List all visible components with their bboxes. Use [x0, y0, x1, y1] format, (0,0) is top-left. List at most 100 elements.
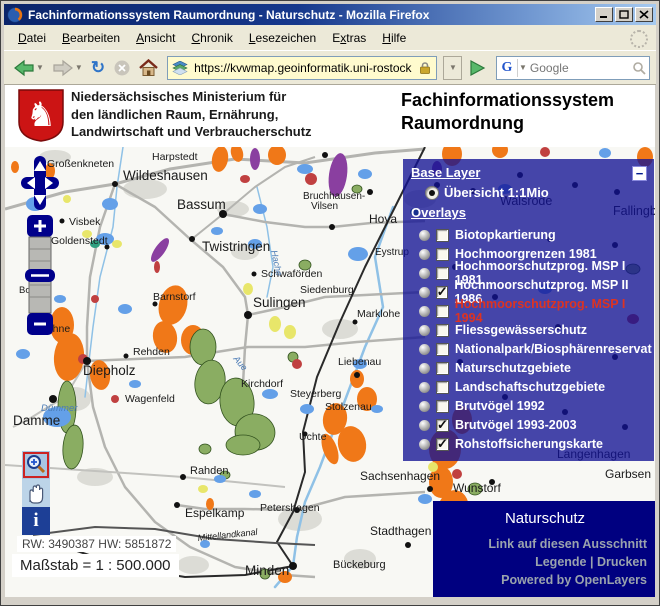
zoom-in-button[interactable] — [27, 215, 53, 237]
page-header: ♞ Niedersächsisches Ministerium für den … — [5, 85, 655, 147]
overlay-checkbox[interactable] — [436, 267, 449, 280]
layer-bullet-sphere — [419, 420, 430, 431]
ministry-name: Niedersächsisches Ministerium für den lä… — [71, 88, 312, 141]
menu-chronik[interactable]: Chronik — [183, 28, 240, 48]
maximize-window-button[interactable] — [615, 7, 633, 22]
svg-text:Diepholz: Diepholz — [83, 363, 136, 378]
base-layer-label: Übersicht 1:1Mio — [444, 185, 549, 200]
svg-text:Sulingen: Sulingen — [253, 295, 306, 310]
overlay-label: Nationalpark/Biosphärenreservat — [455, 342, 652, 356]
url-history-dropdown[interactable]: ▼ — [443, 56, 462, 80]
layer-bullet-sphere — [419, 363, 430, 374]
scale-readout: Maßstab = 1 : 500.000 — [12, 554, 179, 577]
overlay-row: Brutvögel 1993-2003 — [419, 417, 577, 433]
layer-bullet-sphere — [419, 344, 430, 355]
zoom-out-button[interactable] — [27, 313, 53, 335]
overlay-label: Fliessgewässerschutz — [455, 323, 587, 337]
overlay-checkbox[interactable] — [436, 343, 449, 356]
google-engine-icon[interactable]: G — [497, 59, 518, 77]
zoom-tool-button[interactable] — [22, 451, 50, 479]
svg-text:Bückeburg: Bückeburg — [333, 559, 386, 571]
theme-title: Naturschutz — [433, 510, 655, 527]
link-extent[interactable]: Link auf diesen Ausschnitt — [488, 537, 647, 551]
info-tool-button[interactable]: i — [22, 507, 50, 535]
search-magnifier-icon[interactable] — [632, 61, 649, 75]
go-button[interactable] — [464, 53, 490, 83]
overlay-row: Naturschutzgebiete — [419, 360, 571, 376]
browser-window: Fachinformationssystem Raumordnung - Nat… — [0, 0, 660, 606]
overlay-checkbox[interactable] — [436, 438, 449, 451]
overlay-label: Naturschutzgebiete — [455, 361, 571, 375]
svg-text:Harpstedt: Harpstedt — [152, 151, 198, 163]
pan-compass[interactable] — [21, 156, 59, 210]
link-legend[interactable]: Legende — [535, 555, 586, 569]
firefox-icon — [7, 7, 23, 23]
back-dropdown-icon[interactable]: ▼ — [36, 63, 44, 72]
back-button[interactable]: ▼ — [10, 53, 47, 83]
layer-bullet-sphere — [419, 382, 430, 393]
map-viewport[interactable]: GroßenknetenHarpstedtWildeshausenBassumB… — [5, 147, 655, 597]
overlay-checkbox[interactable] — [436, 229, 449, 242]
overlay-checkbox[interactable] — [436, 324, 449, 337]
page-title: Fachinformationssystem Raumordnung — [401, 89, 614, 136]
zoom-slider-handle[interactable] — [25, 269, 55, 282]
overlay-checkbox[interactable] — [436, 305, 449, 318]
layer-bullet-sphere — [419, 249, 430, 260]
window-title: Fachinformationssystem Raumordnung - Nat… — [28, 8, 595, 22]
engine-dropdown-icon[interactable]: ▼ — [519, 63, 527, 72]
overlay-label: Brutvögel 1993-2003 — [455, 418, 577, 432]
search-box: G ▼ — [496, 56, 650, 80]
reload-icon: ↻ — [91, 59, 105, 76]
svg-text:Dümmer: Dümmer — [41, 403, 78, 414]
overlay-checkbox[interactable] — [436, 286, 449, 299]
svg-text:Uchte: Uchte — [299, 431, 327, 443]
pan-tool-button[interactable] — [22, 479, 50, 507]
theme-info-panel: Naturschutz Link auf diesen Ausschnitt L… — [433, 501, 655, 597]
lock-icon[interactable] — [418, 61, 432, 75]
search-input[interactable] — [527, 61, 632, 75]
overlay-checkbox[interactable] — [436, 419, 449, 432]
layer-bullet-sphere — [419, 401, 430, 412]
menu-bearbeiten[interactable]: Bearbeiten — [54, 28, 128, 48]
info-icon: i — [33, 510, 38, 532]
panzoom-control — [17, 151, 63, 341]
svg-text:Stolzenau: Stolzenau — [325, 401, 372, 413]
link-powered-by[interactable]: Powered by OpenLayers — [501, 573, 647, 587]
url-input[interactable] — [192, 60, 414, 76]
overlay-checkbox[interactable] — [436, 381, 449, 394]
minimize-window-button[interactable] — [595, 7, 613, 22]
titlebar[interactable]: Fachinformationssystem Raumordnung - Nat… — [4, 4, 656, 25]
overlay-row: Rohstoffsicherungskarte — [419, 436, 603, 452]
overlay-label: Rohstoffsicherungskarte — [455, 437, 603, 451]
stop-button[interactable] — [110, 53, 134, 83]
menu-lesezeichen[interactable]: Lesezeichen — [241, 28, 324, 48]
menu-extras[interactable]: Extras — [324, 28, 374, 48]
link-print[interactable]: Drucken — [597, 555, 647, 569]
svg-text:Barnstorf: Barnstorf — [153, 291, 196, 303]
site-favicon[interactable] — [172, 61, 188, 75]
overlay-checkbox[interactable] — [436, 400, 449, 413]
svg-text:Wunstorf: Wunstorf — [453, 481, 501, 495]
svg-text:Damme: Damme — [13, 413, 60, 428]
navigation-toolbar: ▼ ▼ ↻ — [4, 50, 656, 85]
overlay-checkbox[interactable] — [436, 248, 449, 261]
base-layer-radio[interactable] — [425, 186, 439, 200]
base-layer-option: Übersicht 1:1Mio — [425, 185, 549, 200]
svg-text:Marklohe: Marklohe — [357, 308, 400, 320]
url-bar — [167, 56, 437, 80]
svg-text:Wildeshausen: Wildeshausen — [123, 168, 208, 183]
svg-text:Vilsen: Vilsen — [311, 201, 338, 212]
svg-text:Espelkamp: Espelkamp — [185, 506, 245, 520]
forward-dropdown-icon[interactable]: ▼ — [75, 63, 83, 72]
svg-text:Minden: Minden — [245, 563, 289, 578]
menu-hilfe[interactable]: Hilfe — [374, 28, 414, 48]
home-button[interactable] — [136, 53, 161, 83]
reload-button[interactable]: ↻ — [88, 53, 108, 83]
panel-minimize-button[interactable]: − — [632, 166, 647, 181]
menu-ansicht[interactable]: Ansicht — [128, 28, 183, 48]
forward-button[interactable]: ▼ — [49, 53, 86, 83]
menu-datei[interactable]: Datei — [10, 28, 54, 48]
overlay-checkbox[interactable] — [436, 362, 449, 375]
svg-text:Liebenau: Liebenau — [338, 356, 381, 368]
close-window-button[interactable] — [635, 7, 653, 22]
